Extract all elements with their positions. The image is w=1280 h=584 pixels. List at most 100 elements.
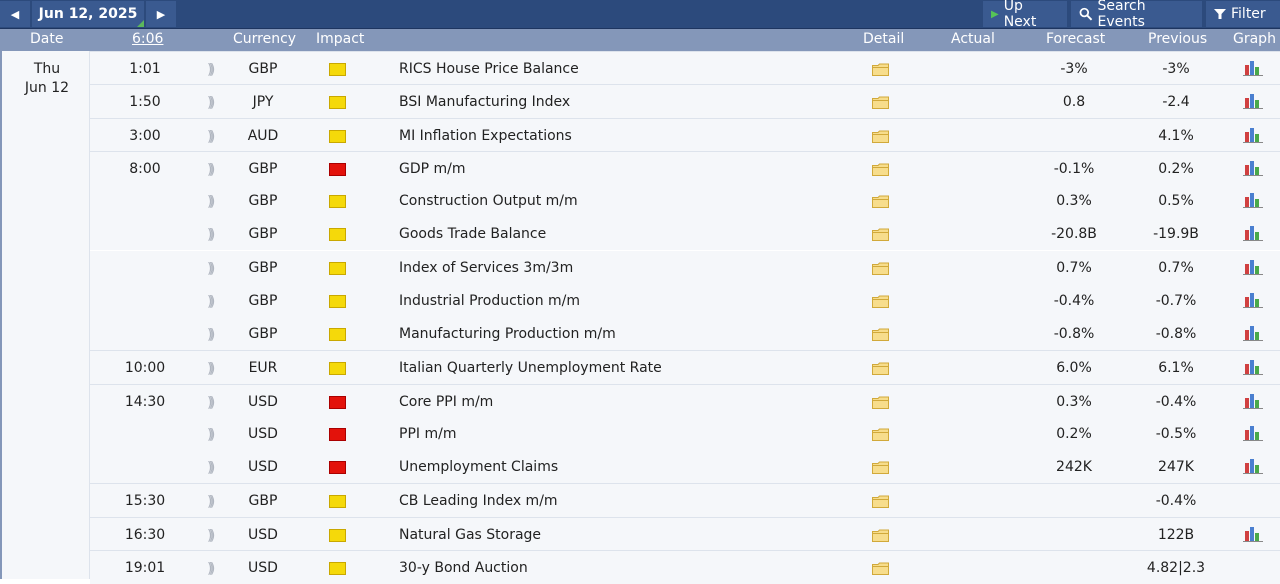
header-time-link[interactable]: 6:06 — [132, 31, 163, 47]
event-title[interactable]: Index of Services 3m/3m — [399, 260, 573, 276]
bar-chart-icon[interactable] — [1243, 526, 1263, 542]
date-picker-button[interactable]: Jun 12, 2025 — [32, 1, 144, 27]
medium-impact-icon[interactable] — [329, 362, 346, 376]
folder-icon[interactable] — [872, 63, 889, 76]
table-row[interactable]: 3:00))) AUD MI Inflation Expectations 4.1% — [90, 117, 1280, 152]
medium-impact-icon[interactable] — [329, 195, 346, 208]
filter-button[interactable]: Filter — [1206, 1, 1280, 27]
folder-icon[interactable] — [872, 562, 889, 575]
bar-chart-icon[interactable] — [1243, 393, 1263, 409]
folder-icon[interactable] — [872, 295, 889, 308]
folder-icon[interactable] — [872, 328, 889, 341]
table-row[interactable]: 8:00))) GBP GDP m/m -0.1% 0.2% — [90, 150, 1280, 185]
event-title[interactable]: Unemployment Claims — [399, 459, 558, 475]
sound-icon[interactable]: ))) — [207, 327, 217, 343]
folder-icon[interactable] — [872, 461, 889, 474]
event-title[interactable]: BSI Manufacturing Index — [399, 94, 570, 110]
search-events-button[interactable]: Search Events — [1071, 0, 1202, 30]
folder-icon[interactable] — [872, 529, 889, 542]
medium-impact-icon[interactable] — [329, 129, 346, 143]
table-row[interactable]: 1:50))) JPY BSI Manufacturing Index 0.8 -2.4 — [90, 84, 1280, 119]
medium-impact-icon[interactable] — [329, 96, 346, 110]
folder-icon[interactable] — [872, 396, 889, 409]
bar-chart-icon[interactable] — [1243, 458, 1263, 474]
event-title[interactable]: MI Inflation Expectations — [399, 128, 572, 144]
table-row[interactable]: 1:01))) GBP RICS House Price Balance -3% -3% — [90, 51, 1280, 85]
sound-icon[interactable]: ))) — [207, 427, 217, 443]
bar-chart-icon[interactable] — [1243, 160, 1263, 176]
sound-icon[interactable]: ))) — [207, 162, 217, 178]
sound-icon[interactable]: ))) — [207, 95, 217, 111]
high-impact-icon[interactable] — [329, 395, 346, 409]
sound-icon[interactable]: ))) — [207, 294, 217, 310]
folder-icon[interactable] — [872, 163, 889, 176]
table-row[interactable]: ))) GBP Manufacturing Production m/m -0.8% -… — [90, 317, 1280, 350]
bar-chart-icon[interactable] — [1243, 93, 1263, 110]
event-title[interactable]: 30-y Bond Auction — [399, 560, 528, 576]
table-row[interactable]: 10:00))) EUR Italian Quarterly Unemploymen… — [90, 350, 1280, 385]
event-title[interactable]: Core PPI m/m — [399, 394, 493, 410]
bar-chart-icon[interactable] — [1243, 259, 1263, 275]
table-row[interactable]: 15:30))) GBP CB Leading Index m/m -0.4% — [90, 483, 1280, 518]
sound-icon[interactable]: ))) — [207, 227, 217, 243]
event-title[interactable]: PPI m/m — [399, 426, 456, 442]
sound-icon[interactable]: ))) — [207, 494, 217, 510]
bar-chart-icon[interactable] — [1243, 325, 1263, 341]
event-title[interactable]: GDP m/m — [399, 161, 466, 177]
bar-chart-icon[interactable] — [1243, 225, 1263, 242]
medium-impact-icon[interactable] — [329, 561, 346, 575]
medium-impact-icon[interactable] — [329, 528, 346, 542]
up-next-button[interactable]: ▶ Up Next — [983, 0, 1067, 30]
bar-chart-icon[interactable] — [1243, 292, 1263, 308]
folder-icon[interactable] — [872, 362, 889, 376]
folder-icon[interactable] — [872, 228, 889, 242]
table-row[interactable]: ))) USD PPI m/m 0.2% -0.5% — [90, 416, 1280, 450]
previous-day-button[interactable]: ◀ — [0, 1, 30, 27]
next-day-button[interactable]: ▶ — [146, 1, 176, 27]
medium-impact-icon[interactable] — [329, 328, 346, 341]
sound-icon[interactable]: ))) — [207, 561, 217, 577]
high-impact-icon[interactable] — [329, 461, 346, 474]
table-row[interactable]: 14:30))) USD Core PPI m/m 0.3% -0.4% — [90, 383, 1280, 418]
event-title[interactable]: Manufacturing Production m/m — [399, 326, 616, 342]
folder-icon[interactable] — [872, 130, 889, 143]
sound-icon[interactable]: ))) — [207, 261, 217, 277]
bar-chart-icon[interactable] — [1243, 192, 1263, 208]
high-impact-icon[interactable] — [329, 162, 346, 176]
medium-impact-icon[interactable] — [329, 63, 346, 76]
high-impact-icon[interactable] — [329, 427, 346, 441]
table-row[interactable]: 16:30))) USD Natural Gas Storage 122B — [90, 516, 1280, 551]
sound-icon[interactable]: ))) — [207, 62, 217, 78]
table-row[interactable]: ))) GBP Index of Services 3m/3m 0.7% 0.7% — [90, 250, 1280, 284]
table-row[interactable]: ))) GBP Goods Trade Balance -20.8B -19.9B — [90, 217, 1280, 251]
table-row[interactable]: ))) USD Unemployment Claims 242K 247K — [90, 450, 1280, 483]
bar-chart-icon[interactable] — [1243, 60, 1263, 76]
sound-icon[interactable]: ))) — [207, 395, 217, 411]
bar-chart-icon[interactable] — [1243, 359, 1263, 376]
sound-icon[interactable]: ))) — [207, 194, 217, 210]
event-title[interactable]: Industrial Production m/m — [399, 293, 580, 309]
folder-icon[interactable] — [872, 428, 889, 441]
folder-icon[interactable] — [872, 96, 889, 110]
event-title[interactable]: Goods Trade Balance — [399, 226, 546, 242]
event-title[interactable]: Natural Gas Storage — [399, 527, 541, 543]
event-title[interactable]: RICS House Price Balance — [399, 61, 579, 77]
medium-impact-icon[interactable] — [329, 294, 346, 308]
folder-icon[interactable] — [872, 495, 889, 509]
table-row[interactable]: ))) GBP Industrial Production m/m -0.4% -0.7… — [90, 283, 1280, 317]
event-title[interactable]: CB Leading Index m/m — [399, 493, 558, 509]
folder-icon[interactable] — [872, 195, 889, 208]
sound-icon[interactable]: ))) — [207, 528, 217, 544]
table-row[interactable]: ))) GBP Construction Output m/m 0.3% 0.5% — [90, 184, 1280, 217]
medium-impact-icon[interactable] — [329, 495, 346, 509]
medium-impact-icon[interactable] — [329, 228, 346, 242]
event-title[interactable]: Italian Quarterly Unemployment Rate — [399, 360, 662, 376]
folder-icon[interactable] — [872, 262, 889, 275]
bar-chart-icon[interactable] — [1243, 425, 1263, 441]
medium-impact-icon[interactable] — [329, 261, 346, 275]
sound-icon[interactable]: ))) — [207, 129, 217, 145]
sound-icon[interactable]: ))) — [207, 460, 217, 476]
sound-icon[interactable]: ))) — [207, 361, 217, 377]
bar-chart-icon[interactable] — [1243, 127, 1263, 143]
event-title[interactable]: Construction Output m/m — [399, 193, 578, 209]
